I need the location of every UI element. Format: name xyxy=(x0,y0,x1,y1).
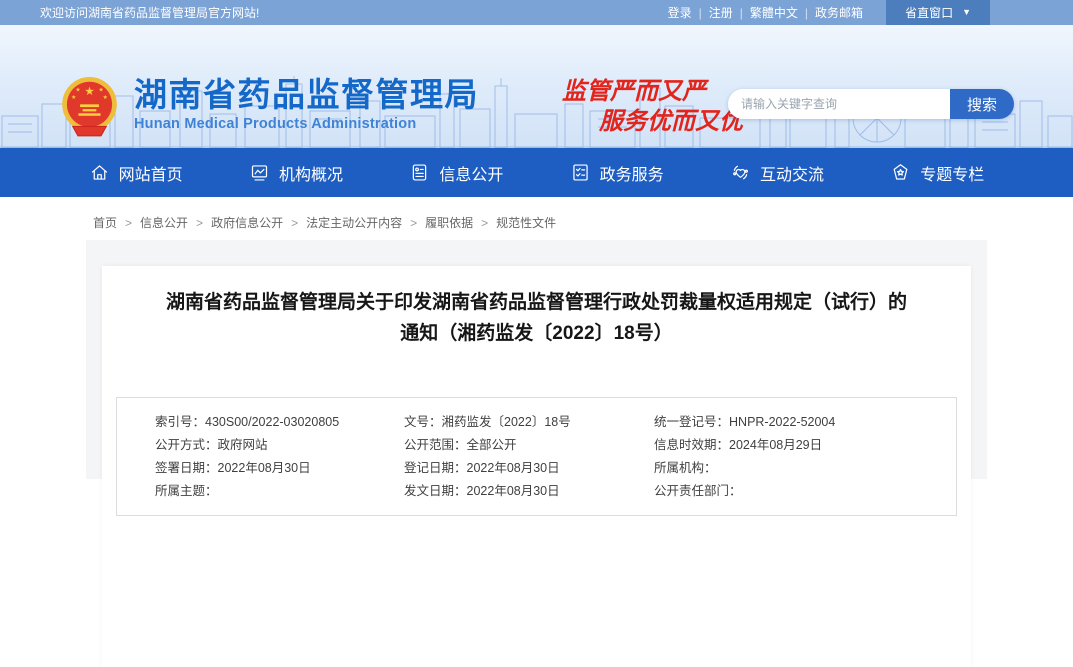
gov-service-icon xyxy=(570,162,591,183)
search-button[interactable]: 搜索 xyxy=(950,89,1014,119)
slogan-line-2: 服务优而又优 xyxy=(599,107,743,137)
breadcrumb: 首页 > 信息公开 > 政府信息公开 > 法定主动公开内容 > 履职依据 > 规… xyxy=(0,197,1073,240)
search-bar: 搜索 xyxy=(728,89,1014,119)
home-icon xyxy=(89,162,110,183)
svg-text:★: ★ xyxy=(75,87,80,94)
nav-item-gov-service[interactable]: 政务服务 xyxy=(536,148,696,197)
search-input[interactable] xyxy=(728,89,950,119)
svg-text:★: ★ xyxy=(84,86,94,98)
meta-validity-period: 信息时效期：2024年08月29日 xyxy=(654,434,956,457)
meta-disclosure-method: 公开方式：政府网站 xyxy=(117,434,404,457)
separator: | xyxy=(740,6,743,20)
svg-text:★: ★ xyxy=(71,94,76,101)
nav-label: 专题专栏 xyxy=(920,161,984,185)
traditional-chinese-link[interactable]: 繁體中文 xyxy=(750,4,798,21)
breadcrumb-separator: > xyxy=(196,216,203,230)
info-disclosure-icon xyxy=(409,162,430,183)
org-overview-icon xyxy=(249,162,270,183)
document-meta-table: 索引号：430S00/2022-03020805 文号：湘药监发〔2022〕18… xyxy=(116,397,957,516)
separator: | xyxy=(805,6,808,20)
nav-label: 政务服务 xyxy=(600,161,664,185)
nav-item-special-topics[interactable]: 专题专栏 xyxy=(857,148,1017,197)
nav-item-org-overview[interactable]: 机构概况 xyxy=(216,148,376,197)
topbar-links: 登录 | 注册 | 繁體中文 | 政务邮箱 省直窗口 ▼ xyxy=(661,0,1073,25)
gov-mail-link[interactable]: 政务邮箱 xyxy=(815,4,863,21)
nav-item-interaction[interactable]: 互动交流 xyxy=(697,148,857,197)
site-title: 湖南省药品监督管理局 xyxy=(134,74,479,115)
svg-text:★: ★ xyxy=(103,94,108,101)
article-card: 湖南省药品监督管理局关于印发湖南省药品监督管理行政处罚裁量权适用规定（试行）的 … xyxy=(102,266,971,667)
breadcrumb-separator: > xyxy=(291,216,298,230)
breadcrumb-normative-docs[interactable]: 规范性文件 xyxy=(496,214,556,231)
breadcrumb-separator: > xyxy=(125,216,132,230)
slogan: 监管严而又严 服务优而又优 xyxy=(562,77,743,137)
nav-label: 互动交流 xyxy=(760,161,824,185)
meta-signing-date: 签署日期：2022年08月30日 xyxy=(117,457,404,480)
breadcrumb-separator: > xyxy=(481,216,488,230)
separator: | xyxy=(699,6,702,20)
main-nav: 网站首页 机构概况 信息公开 政务服务 互动交流 专题专栏 xyxy=(0,148,1073,197)
meta-affiliated-org: 所属机构： xyxy=(654,457,956,480)
chevron-down-icon: ▼ xyxy=(962,8,971,17)
content-wrapper: 湖南省药品监督管理局关于印发湖南省药品监督管理行政处罚裁量权适用规定（试行）的 … xyxy=(86,240,987,479)
meta-issue-date: 发文日期：2022年08月30日 xyxy=(404,480,654,503)
breadcrumb-home[interactable]: 首页 xyxy=(93,214,117,231)
login-link[interactable]: 登录 xyxy=(668,4,692,21)
meta-disclosure-scope: 公开范围：全部公开 xyxy=(404,434,654,457)
meta-doc-number: 文号：湘药监发〔2022〕18号 xyxy=(404,411,654,434)
interaction-icon xyxy=(730,162,751,183)
meta-responsible-dept: 公开责任部门： xyxy=(654,480,956,503)
nav-item-home[interactable]: 网站首页 xyxy=(56,148,216,197)
meta-index-number: 索引号：430S00/2022-03020805 xyxy=(117,411,404,434)
national-emblem-logo: ★ ★ ★ ★ ★ xyxy=(58,76,121,139)
nav-label: 信息公开 xyxy=(439,161,503,185)
meta-unified-reg-number: 统一登记号：HNPR-2022-52004 xyxy=(654,411,956,434)
site-title-english: Hunan Medical Products Administration xyxy=(134,116,479,132)
meta-topic: 所属主题： xyxy=(117,480,404,503)
special-topics-icon xyxy=(890,162,911,183)
breadcrumb-duty-basis[interactable]: 履职依据 xyxy=(425,214,473,231)
article-title: 湖南省药品监督管理局关于印发湖南省药品监督管理行政处罚裁量权适用规定（试行）的 … xyxy=(116,287,957,349)
brand: ★ ★ ★ ★ ★ 湖南省药品监督管理局 Hunan Medical Produ… xyxy=(58,74,479,139)
province-window-dropdown[interactable]: 省直窗口 ▼ xyxy=(886,0,990,25)
register-link[interactable]: 注册 xyxy=(709,4,733,21)
breadcrumb-info-disclosure[interactable]: 信息公开 xyxy=(140,214,188,231)
welcome-text: 欢迎访问湖南省药品监督管理局官方网站! xyxy=(40,4,259,21)
breadcrumb-statutory-content[interactable]: 法定主动公开内容 xyxy=(306,214,402,231)
article-title-line-1: 湖南省药品监督管理局关于印发湖南省药品监督管理行政处罚裁量权适用规定（试行）的 xyxy=(116,287,957,318)
nav-item-info-disclosure[interactable]: 信息公开 xyxy=(376,148,536,197)
meta-registration-date: 登记日期：2022年08月30日 xyxy=(404,457,654,480)
breadcrumb-gov-info[interactable]: 政府信息公开 xyxy=(211,214,283,231)
slogan-line-1: 监管严而又严 xyxy=(562,77,743,107)
nav-label: 网站首页 xyxy=(119,161,183,185)
svg-text:★: ★ xyxy=(98,87,103,94)
province-window-label: 省直窗口 xyxy=(905,4,953,21)
topbar: 欢迎访问湖南省药品监督管理局官方网站! 登录 | 注册 | 繁體中文 | 政务邮… xyxy=(0,0,1073,25)
nav-label: 机构概况 xyxy=(279,161,343,185)
breadcrumb-separator: > xyxy=(410,216,417,230)
article-title-line-2: 通知（湘药监发〔2022〕18号） xyxy=(116,318,957,349)
site-header: ★ ★ ★ ★ ★ 湖南省药品监督管理局 Hunan Medical Produ… xyxy=(0,25,1073,148)
